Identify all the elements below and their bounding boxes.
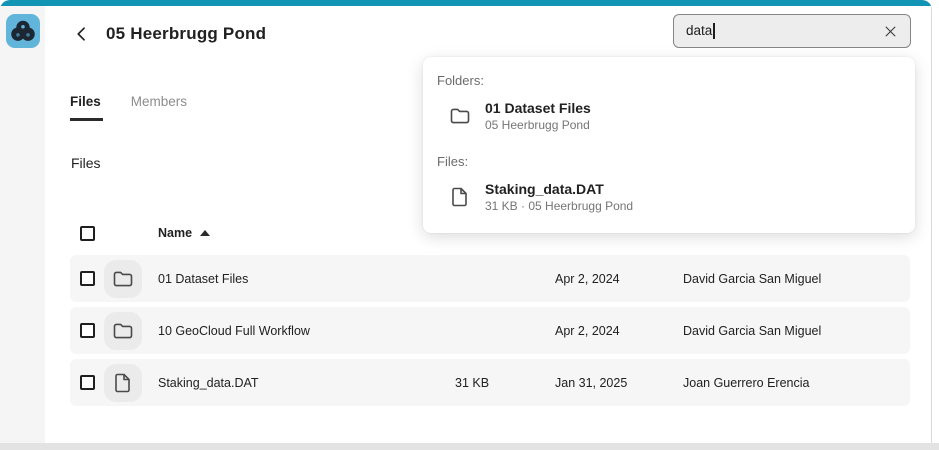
file-modified: Jan 31, 2025: [555, 376, 683, 390]
file-icon: [111, 371, 135, 395]
search-value: data: [686, 23, 880, 39]
app-logo[interactable]: [6, 14, 40, 48]
result-subtitle: 31 KB · 05 Heerbrugg Pond: [485, 198, 633, 214]
result-subtitle: 05 Heerbrugg Pond: [485, 117, 591, 133]
app-window: 05 Heerbrugg Pond data Folders:: [0, 0, 932, 443]
folder-icon: [111, 267, 135, 291]
sort-asc-icon: [200, 230, 210, 236]
select-all-checkbox[interactable]: [80, 226, 95, 241]
result-title: Staking_data.DAT: [485, 180, 633, 198]
files-table: Name 01 Datas: [70, 211, 910, 411]
text-caret: [713, 23, 715, 39]
file-icon: [448, 185, 472, 209]
chevron-left-icon: [72, 24, 92, 44]
search-result-file[interactable]: Staking_data.DAT 31 KB · 05 Heerbrugg Po…: [423, 171, 915, 223]
file-owner: David Garcia San Miguel: [683, 272, 910, 286]
row-checkbox[interactable]: [80, 375, 95, 390]
close-icon: [883, 24, 898, 39]
sidebar: [0, 6, 45, 443]
row-checkbox[interactable]: [80, 323, 95, 338]
window-bottom-edge: [0, 443, 939, 450]
table-row[interactable]: 10 GeoCloud Full Workflow Apr 2, 2024 Da…: [70, 307, 910, 354]
file-name: 01 Dataset Files: [158, 272, 455, 286]
search-results-panel: Folders: 01 Dataset Files 05 Heerbrugg P…: [423, 57, 915, 233]
row-icon-chip: [104, 260, 142, 298]
row-icon-chip: [104, 312, 142, 350]
search-result-folder[interactable]: 01 Dataset Files 05 Heerbrugg Pond: [423, 90, 915, 142]
file-owner: Joan Guerrero Erencia: [683, 376, 910, 390]
clear-search-button[interactable]: [880, 21, 900, 41]
folder-icon: [111, 319, 135, 343]
row-icon-chip: [104, 364, 142, 402]
result-title: 01 Dataset Files: [485, 99, 591, 117]
main-content: 05 Heerbrugg Pond data Folders:: [45, 6, 931, 443]
tab-files[interactable]: Files: [70, 90, 103, 121]
files-group-label: Files:: [423, 142, 915, 171]
folders-group-label: Folders:: [423, 61, 915, 90]
file-name: 10 GeoCloud Full Workflow: [158, 324, 455, 338]
page-title: 05 Heerbrugg Pond: [106, 24, 266, 44]
page-header: 05 Heerbrugg Pond: [70, 22, 266, 46]
file-owner: David Garcia San Miguel: [683, 324, 910, 338]
files-section-label: Files: [71, 155, 101, 171]
search-input[interactable]: data: [673, 14, 911, 48]
back-button[interactable]: [70, 22, 94, 46]
table-row[interactable]: 01 Dataset Files Apr 2, 2024 David Garci…: [70, 255, 910, 302]
cloud-logo-icon: [8, 16, 38, 46]
file-size: 31 KB: [455, 376, 555, 390]
name-header-label: Name: [158, 226, 192, 240]
file-name: Staking_data.DAT: [158, 376, 455, 390]
file-modified: Apr 2, 2024: [555, 272, 683, 286]
tab-members[interactable]: Members: [131, 90, 189, 121]
tab-bar: Files Members: [70, 90, 217, 121]
folder-icon: [448, 104, 472, 128]
file-modified: Apr 2, 2024: [555, 324, 683, 338]
table-row[interactable]: Staking_data.DAT 31 KB Jan 31, 2025 Joan…: [70, 359, 910, 406]
result-text: Staking_data.DAT 31 KB · 05 Heerbrugg Po…: [485, 180, 633, 214]
result-text: 01 Dataset Files 05 Heerbrugg Pond: [485, 99, 591, 133]
row-checkbox[interactable]: [80, 271, 95, 286]
name-column-header[interactable]: Name: [158, 226, 455, 240]
